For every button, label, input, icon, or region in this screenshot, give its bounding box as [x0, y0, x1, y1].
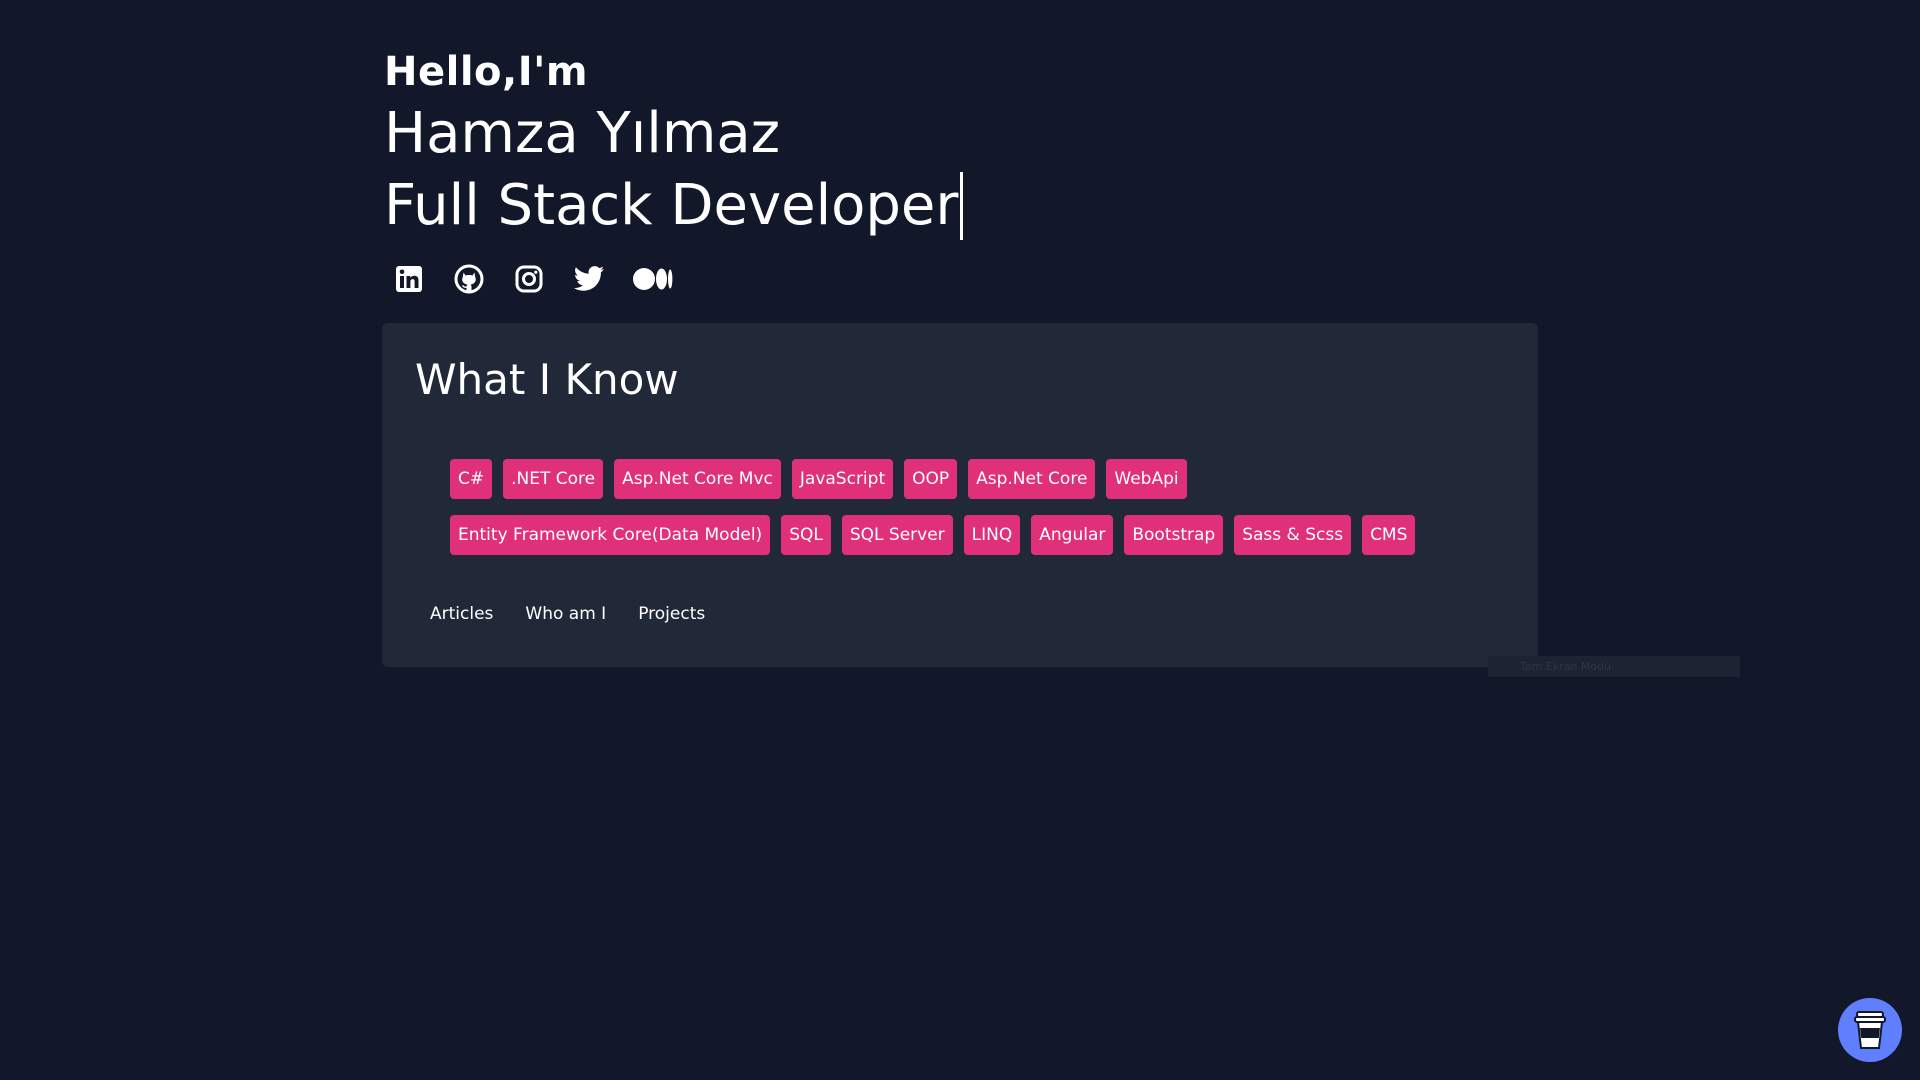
hero: Hello,I'm Hamza Yılmaz Full Stack Develo… — [384, 46, 964, 242]
skill-tags: C# .NET Core Asp.Net Core Mvc JavaScript… — [450, 459, 1510, 555]
linkedin-icon[interactable] — [392, 262, 426, 296]
social-links — [392, 262, 674, 296]
twitter-icon[interactable] — [572, 262, 606, 296]
buy-me-a-coffee-button[interactable] — [1838, 998, 1902, 1062]
skills-card: What I Know C# .NET Core Asp.Net Core Mv… — [382, 323, 1538, 667]
skill-tag: Asp.Net Core — [968, 459, 1096, 499]
github-icon[interactable] — [452, 262, 486, 296]
role-text: Full Stack Developer — [384, 173, 959, 238]
skill-tag: OOP — [904, 459, 958, 499]
skill-tag: Asp.Net Core Mvc — [614, 459, 781, 499]
tab-who-am-i[interactable]: Who am I — [525, 602, 606, 626]
skill-tag: Angular — [1031, 515, 1114, 555]
skill-tag: Entity Framework Core(Data Model) — [450, 515, 771, 555]
skill-tag: Sass & Scss — [1234, 515, 1352, 555]
skill-tag: C# — [450, 459, 493, 499]
tab-projects[interactable]: Projects — [638, 602, 705, 626]
greeting-text: Hello,I'm — [384, 49, 589, 95]
skill-tag: JavaScript — [791, 459, 894, 499]
role-line: Full Stack Developer — [384, 170, 964, 242]
medium-icon[interactable] — [632, 262, 674, 296]
name-heading: Hamza Yılmaz — [384, 101, 781, 166]
page: Hello,I'm Hamza Yılmaz Full Stack Develo… — [0, 0, 1920, 1080]
fullscreen-tooltip: Tam Ekran Modu — [1488, 656, 1740, 677]
instagram-icon[interactable] — [512, 262, 546, 296]
skill-tag: SQL Server — [841, 515, 953, 555]
skill-tag: WebApi — [1106, 459, 1187, 499]
typing-caret — [960, 172, 964, 240]
skill-tag: SQL — [781, 515, 831, 555]
skill-tag: Bootstrap — [1124, 515, 1224, 555]
skill-tag: CMS — [1362, 515, 1416, 555]
coffee-cup-icon — [1854, 1011, 1886, 1049]
section-tabs: Articles Who am I Projects — [430, 602, 705, 626]
tab-articles[interactable]: Articles — [430, 602, 493, 626]
skills-title: What I Know — [415, 355, 679, 404]
skill-tag: .NET Core — [503, 459, 604, 499]
skill-tag: LINQ — [963, 515, 1021, 555]
